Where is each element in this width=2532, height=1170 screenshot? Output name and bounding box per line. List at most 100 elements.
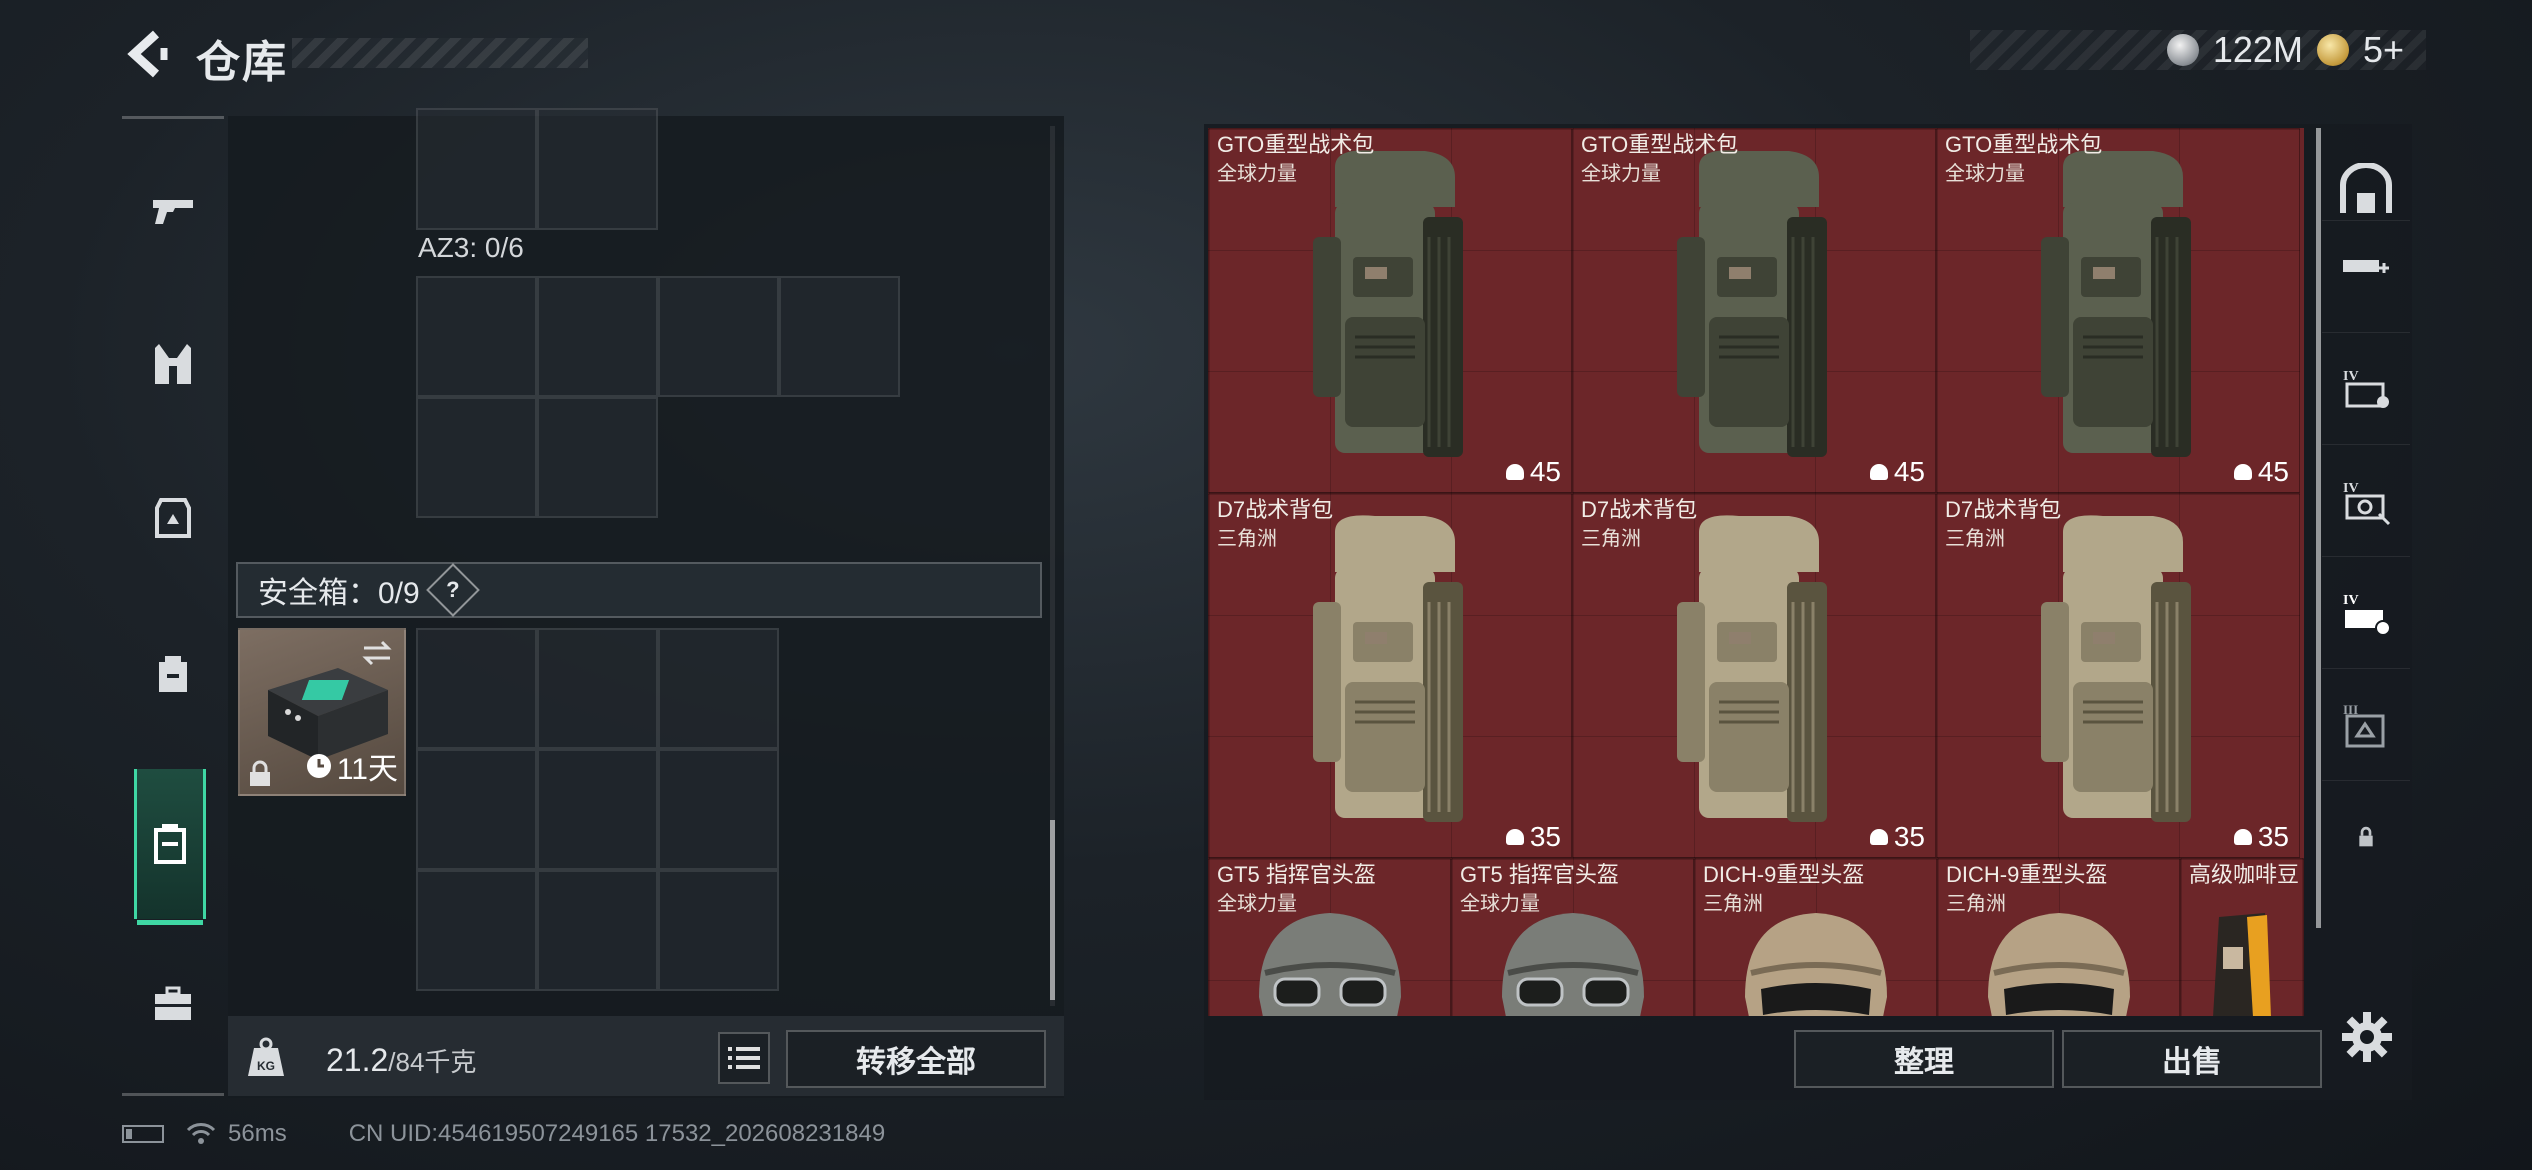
title-decoration	[292, 38, 588, 68]
capacity-value: 35	[1893, 821, 1925, 852]
safe-box-slot[interactable]	[658, 870, 779, 991]
capacity-value: 45	[1529, 456, 1561, 487]
item-name: GTO重型战术包	[1945, 132, 2103, 157]
item-capacity: 35	[2233, 821, 2289, 853]
filter-sidebar: IV IV IV III	[2322, 124, 2410, 1004]
wifi-icon	[186, 1123, 216, 1144]
sidebar-item-vest[interactable]	[122, 289, 224, 439]
sort-button[interactable]: 整理	[1794, 1030, 2054, 1088]
helmet-item-tile[interactable]: DICH-9重型头盔 三角洲	[1694, 858, 1937, 1016]
sidebar-item-briefcase[interactable]	[122, 929, 224, 1079]
sell-button[interactable]: 出售	[2062, 1030, 2322, 1088]
safe-box-slot[interactable]	[658, 628, 779, 749]
sidebar-item-backpack[interactable]	[122, 597, 224, 747]
svg-text:IV: IV	[2343, 481, 2359, 496]
storage-scrollbar[interactable]	[2316, 128, 2321, 928]
filter-level-iv-box[interactable]: IV	[2322, 332, 2410, 445]
backpack-icon	[2041, 150, 2191, 457]
item-name: D7战术背包	[1217, 497, 1334, 522]
item-name: D7战术背包	[1581, 497, 1698, 522]
item-source: 三角洲	[1703, 893, 1763, 915]
safe-box-slot[interactable]	[416, 749, 537, 870]
backpack-item-tile[interactable]: GTO重型战术包 全球力量 45	[1572, 128, 1936, 493]
swap-icon[interactable]	[360, 638, 394, 668]
list-view-button[interactable]	[718, 1032, 770, 1084]
safe-box-slot[interactable]	[416, 870, 537, 991]
item-source: 三角洲	[1581, 528, 1641, 550]
backpack-item-tile[interactable]: D7战术背包 三角洲 35	[1936, 493, 2300, 858]
item-source: 全球力量	[1217, 163, 1297, 185]
chevron-left-icon	[127, 30, 168, 78]
player-uid: CN UID:454619507249165 17532_20260823184…	[348, 1120, 886, 1147]
safe-box-slot[interactable]	[537, 749, 658, 870]
level-iv-camera-icon: IV	[2343, 481, 2391, 526]
capacity-icon	[2233, 464, 2252, 480]
inventory-slot[interactable]	[537, 108, 658, 230]
level-iii-box-icon: III	[2343, 702, 2385, 748]
backpack-item-tile[interactable]: GTO重型战术包 全球力量 45	[1936, 128, 2300, 493]
inventory-scrollbar[interactable]	[1050, 820, 1055, 1000]
sidebar-item-weapons[interactable]	[122, 135, 224, 285]
item-source: 全球力量	[1460, 893, 1540, 915]
backpack-icon	[159, 656, 187, 692]
item-name: DICH-9重型头盔	[1703, 862, 1865, 887]
item-source: 三角洲	[1946, 893, 2006, 915]
level-iv-box-icon: IV	[2343, 369, 2389, 408]
az3-slot[interactable]	[537, 397, 658, 518]
filter-level-iii-box[interactable]: III	[2322, 668, 2410, 781]
az3-label: AZ3: 0/6	[418, 232, 524, 263]
svg-text:KG: KG	[257, 1059, 275, 1073]
silver-amount: 122M	[2212, 29, 2303, 70]
az3-slot[interactable]	[416, 276, 537, 397]
backpack-icon	[1313, 150, 1463, 457]
filter-level-iv-tray[interactable]: IV	[2322, 556, 2410, 669]
weapon-add-icon	[2343, 260, 2389, 273]
lock-icon	[250, 760, 270, 786]
safe-box-slot[interactable]	[658, 749, 779, 870]
az3-slot[interactable]	[779, 276, 900, 397]
capacity-icon	[1869, 829, 1888, 845]
inventory-slot[interactable]	[416, 108, 537, 230]
safe-box-slot[interactable]	[537, 870, 658, 991]
carry-weight: 21.2/84千克	[326, 1042, 476, 1079]
filter-level-iv-camera[interactable]: IV	[2322, 444, 2410, 557]
backpack-item-tile[interactable]: D7战术背包 三角洲 35	[1208, 493, 1572, 858]
help-icon[interactable]: ?	[425, 563, 480, 617]
backpack-icon	[1677, 515, 1827, 822]
az3-slot[interactable]	[416, 397, 537, 518]
sidebar-item-armor[interactable]	[122, 443, 224, 593]
gold-coin-icon	[2316, 34, 2349, 66]
safe-box-slot[interactable]	[416, 628, 537, 749]
capacity-icon	[2233, 829, 2252, 845]
helmet-item-tile[interactable]: DICH-9重型头盔 三角洲	[1937, 858, 2180, 1016]
item-name: GT5 指挥官头盔	[1217, 862, 1376, 887]
settings-gear-icon[interactable]	[2340, 1010, 2394, 1064]
filter-locked[interactable]	[2322, 780, 2410, 893]
transfer-all-button[interactable]: 转移全部	[786, 1030, 1046, 1088]
coffee-item-tile[interactable]: 高级咖啡豆	[2180, 858, 2304, 1016]
back-button[interactable]	[118, 28, 178, 80]
capacity-value: 45	[2257, 456, 2289, 487]
helmet-item-tile[interactable]: GT5 指挥官头盔 全球力量	[1208, 858, 1451, 1016]
ping-value: 56ms	[228, 1120, 287, 1147]
item-capacity: 45	[1869, 456, 1925, 488]
safe-box-item[interactable]: 11天	[238, 628, 406, 796]
gold-amount: 5+	[2362, 29, 2404, 70]
az3-slot[interactable]	[658, 276, 779, 397]
weight-kg-icon: KG	[248, 1037, 284, 1076]
backpack-icon	[1677, 150, 1827, 457]
lock-icon	[2359, 826, 2373, 847]
sidebar-item-safe-box[interactable]	[134, 769, 206, 925]
az3-slot[interactable]	[537, 276, 658, 397]
backpack-item-tile[interactable]: GTO重型战术包 全球力量 45	[1208, 128, 1572, 493]
filter-weapon-add[interactable]	[2322, 220, 2410, 333]
item-capacity: 45	[2233, 456, 2289, 488]
backpack-item-tile[interactable]: D7战术背包 三角洲 35	[1572, 493, 1936, 858]
page-title: 仓库	[196, 38, 288, 87]
helmet-item-tile[interactable]: GT5 指挥官头盔 全球力量	[1451, 858, 1694, 1016]
safe-box-slot[interactable]	[537, 628, 658, 749]
safe-box-header: 安全箱：0/9 ?	[236, 562, 1042, 618]
capacity-icon	[1505, 829, 1524, 845]
item-capacity: 35	[1505, 821, 1561, 853]
briefcase-icon	[155, 986, 191, 1020]
